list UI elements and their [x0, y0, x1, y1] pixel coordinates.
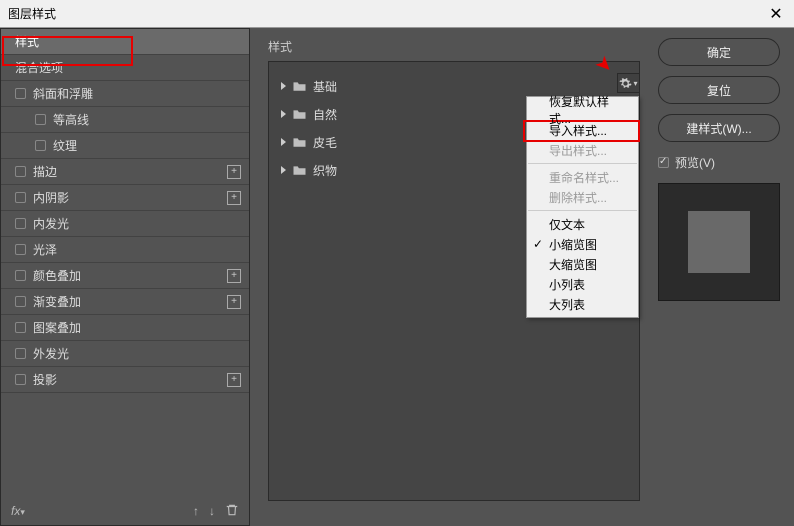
row-satin[interactable]: 光泽 [1, 237, 249, 263]
row-texture[interactable]: 纹理 [1, 133, 249, 159]
disclosure-triangle-icon[interactable] [281, 166, 286, 174]
add-icon[interactable]: + [227, 373, 241, 387]
row-contour[interactable]: 等高线 [1, 107, 249, 133]
gear-context-menu: 恢复默认样式... 导入样式... 导出样式... 重命名样式... 删除样式.… [526, 96, 639, 318]
folder-icon [292, 80, 307, 92]
row-inner-shadow[interactable]: 内阴影 + [1, 185, 249, 211]
gear-menu-button[interactable]: ▾ [617, 73, 640, 93]
row-pattern-overlay[interactable]: 图案叠加 [1, 315, 249, 341]
folder-label: 织物 [313, 162, 337, 179]
checkbox[interactable] [15, 296, 26, 307]
add-icon[interactable]: + [227, 295, 241, 309]
title-bar: 图层样式 ✕ [0, 0, 794, 28]
checkbox[interactable] [15, 270, 26, 281]
checkbox[interactable] [35, 140, 46, 151]
row-drop-shadow[interactable]: 投影 + [1, 367, 249, 393]
label: 等高线 [53, 111, 89, 128]
styles-box: ➤ 基础 自然 皮毛 织物 ▾ [268, 61, 640, 501]
folder-icon [292, 164, 307, 176]
label: 斜面和浮雕 [33, 85, 93, 102]
menu-small-list[interactable]: 小列表 [527, 274, 638, 294]
new-style-button[interactable]: 建样式(W)... [658, 114, 780, 142]
checkbox[interactable] [35, 114, 46, 125]
checkbox[interactable] [15, 88, 26, 99]
trash-icon[interactable] [225, 503, 239, 520]
add-icon[interactable]: + [227, 191, 241, 205]
checkbox[interactable] [15, 322, 26, 333]
checkbox[interactable] [15, 166, 26, 177]
label: 外发光 [33, 345, 69, 362]
add-icon[interactable]: + [227, 165, 241, 179]
effects-footer: fx▾ ↑ ↓ [1, 497, 249, 525]
ok-button[interactable]: 确定 [658, 38, 780, 66]
center-panel: 样式 ➤ 基础 自然 皮毛 织物 [250, 28, 654, 526]
label: 光泽 [33, 241, 57, 258]
folder-icon [292, 136, 307, 148]
disclosure-triangle-icon[interactable] [281, 82, 286, 90]
preview-swatch-inner [688, 211, 750, 273]
disclosure-triangle-icon[interactable] [281, 138, 286, 146]
footer-up-icon[interactable]: ↑ [193, 504, 199, 518]
label: 描边 [33, 163, 57, 180]
label: 图案叠加 [33, 319, 81, 336]
label: 内阴影 [33, 189, 69, 206]
checkbox[interactable] [15, 218, 26, 229]
effects-list-panel: 样式 混合选项 斜面和浮雕 等高线 纹理 描边 + 内阴影 + 内发光 光泽 颜色叠… [0, 28, 250, 526]
checkbox[interactable] [15, 244, 26, 255]
folder-label: 皮毛 [313, 134, 337, 151]
menu-delete-style[interactable]: 删除样式... [527, 187, 638, 207]
preview-label: 预览(V) [675, 154, 715, 171]
add-icon[interactable]: + [227, 269, 241, 283]
footer-down-icon[interactable]: ↓ [209, 504, 215, 518]
row-gradient-overlay[interactable]: 渐变叠加 + [1, 289, 249, 315]
label: 混合选项 [15, 59, 63, 76]
main-area: 样式 混合选项 斜面和浮雕 等高线 纹理 描边 + 内阴影 + 内发光 光泽 颜色叠… [0, 28, 794, 526]
menu-rename-style[interactable]: 重命名样式... [527, 167, 638, 187]
close-icon[interactable]: ✕ [766, 4, 786, 24]
label: 纹理 [53, 137, 77, 154]
fx-menu-button[interactable]: fx▾ [11, 504, 25, 518]
menu-separator [528, 163, 637, 164]
folder-icon [292, 108, 307, 120]
menu-import-styles[interactable]: 导入样式... [527, 120, 638, 140]
row-inner-glow[interactable]: 内发光 [1, 211, 249, 237]
effects-list: 样式 混合选项 斜面和浮雕 等高线 纹理 描边 + 内阴影 + 内发光 光泽 颜色叠… [1, 29, 249, 497]
label: 渐变叠加 [33, 293, 81, 310]
right-panel: 确定 复位 建样式(W)... 预览(V) [654, 28, 794, 526]
folder-label: 自然 [313, 106, 337, 123]
label: 样式 [15, 33, 39, 50]
center-title: 样式 [268, 38, 640, 55]
preview-swatch [658, 183, 780, 301]
row-outer-glow[interactable]: 外发光 [1, 341, 249, 367]
preview-toggle-row[interactable]: 预览(V) [658, 154, 780, 171]
label: 内发光 [33, 215, 69, 232]
menu-text-only[interactable]: 仅文本 [527, 214, 638, 234]
reset-button[interactable]: 复位 [658, 76, 780, 104]
menu-export-styles[interactable]: 导出样式... [527, 140, 638, 160]
disclosure-triangle-icon[interactable] [281, 110, 286, 118]
row-blending-options[interactable]: 混合选项 [1, 55, 249, 81]
menu-restore-default[interactable]: 恢复默认样式... [527, 100, 638, 120]
row-color-overlay[interactable]: 颜色叠加 + [1, 263, 249, 289]
label: 投影 [33, 371, 57, 388]
checkbox[interactable] [15, 374, 26, 385]
checkbox[interactable] [15, 348, 26, 359]
folder-label: 基础 [313, 78, 337, 95]
menu-small-thumbnail[interactable]: ✓小缩览图 [527, 234, 638, 254]
menu-large-thumbnail[interactable]: 大缩览图 [527, 254, 638, 274]
row-bevel-emboss[interactable]: 斜面和浮雕 [1, 81, 249, 107]
effects-header-styles[interactable]: 样式 [1, 29, 249, 55]
label: 颜色叠加 [33, 267, 81, 284]
dialog-title: 图层样式 [8, 5, 56, 22]
check-icon: ✓ [533, 237, 543, 251]
menu-large-list[interactable]: 大列表 [527, 294, 638, 314]
row-stroke[interactable]: 描边 + [1, 159, 249, 185]
preview-checkbox[interactable] [658, 157, 669, 168]
checkbox[interactable] [15, 192, 26, 203]
menu-separator [528, 210, 637, 211]
